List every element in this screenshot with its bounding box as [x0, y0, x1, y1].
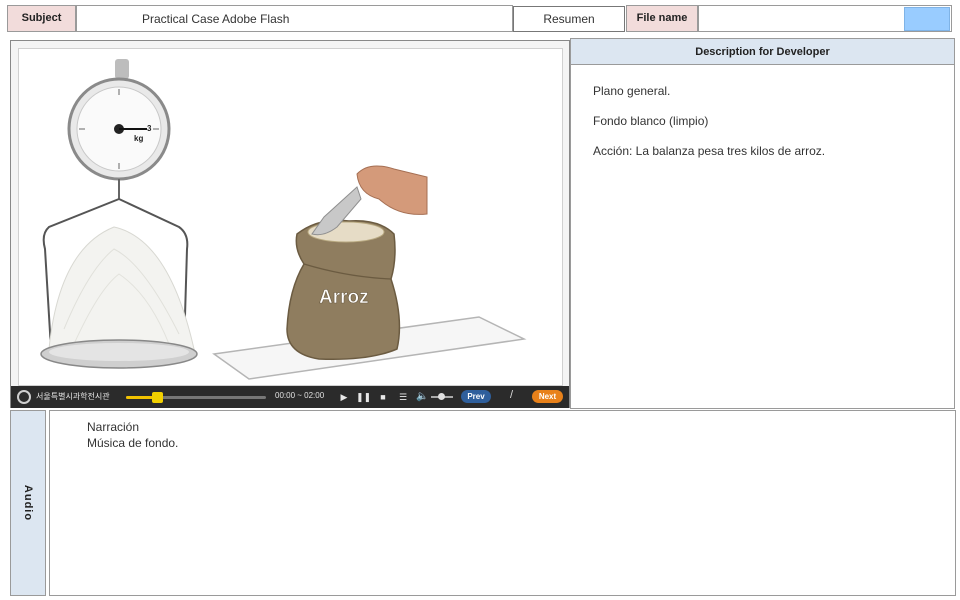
- pause-icon[interactable]: ❚❚: [356, 390, 371, 404]
- audio-line: Narración: [87, 420, 140, 434]
- prev-button[interactable]: Prev: [461, 390, 491, 403]
- description-line: Fondo blanco (limpio): [593, 114, 709, 128]
- audio-line: Música de fondo.: [87, 436, 179, 450]
- scene-illustration: kg 3 Arroz: [18, 48, 563, 386]
- file-name-label: File name: [626, 5, 698, 32]
- menu-icon[interactable]: ☰: [396, 390, 410, 404]
- description-header: Description for Developer: [571, 39, 954, 65]
- volume-slider[interactable]: [431, 393, 453, 400]
- volume-knob[interactable]: [437, 393, 445, 400]
- subject-label: Subject: [7, 5, 76, 32]
- progress-bar[interactable]: [126, 392, 266, 403]
- progress-knob[interactable]: [151, 392, 163, 403]
- scale-pan-inner: [49, 343, 189, 361]
- rice-mound: [48, 226, 195, 350]
- scale-dial: [67, 59, 171, 181]
- stop-icon[interactable]: ■: [376, 390, 390, 404]
- description-line: Plano general.: [593, 84, 671, 98]
- scale-reading: 3: [147, 124, 152, 133]
- subject-value: Practical Case Adobe Flash: [76, 5, 513, 32]
- sack-label: Arroz: [319, 287, 369, 308]
- scale-unit: kg: [134, 134, 143, 143]
- description-panel: Description for Developer Plano general.…: [570, 38, 955, 409]
- player-brand: 서울특별시과학전시관: [36, 392, 110, 401]
- resumen-button[interactable]: Resumen: [513, 6, 625, 32]
- nav-separator: /: [510, 389, 514, 401]
- volume-icon[interactable]: 🔈: [416, 390, 430, 404]
- color-swatch: [904, 7, 950, 31]
- audio-text: Narración Música de fondo.: [87, 419, 178, 451]
- play-icon[interactable]: ▶: [337, 390, 351, 404]
- player-bar: 서울특별시과학전시관 00:00 ~ 02:00 ▶ ❚❚ ■ ☰ 🔈 Prev…: [11, 386, 569, 408]
- audio-label-text: Audio: [22, 484, 34, 522]
- description-body: Plano general. Fondo blanco (limpio) Acc…: [593, 84, 825, 174]
- media-frame: kg 3 Arroz 서울특별시과학전시관 00:00 ~ 02:00 ▶ ❚❚…: [10, 40, 570, 408]
- next-button[interactable]: Next: [532, 390, 563, 403]
- description-line: Acción: La balanza pesa tres kilos de ar…: [593, 144, 826, 158]
- scene-svg: kg 3 Arroz: [40, 59, 527, 380]
- audio-panel: Narración Música de fondo.: [49, 410, 956, 596]
- audio-label: Audio: [10, 410, 46, 596]
- player-logo-icon: [17, 390, 31, 404]
- player-time: 00:00 ~ 02:00: [275, 391, 325, 400]
